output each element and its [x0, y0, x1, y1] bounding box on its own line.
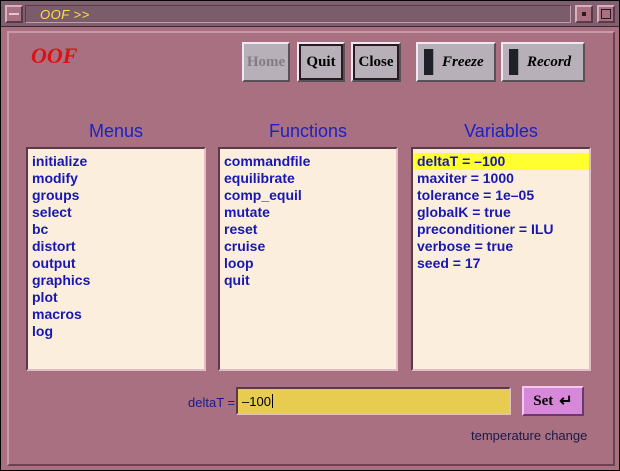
menu-item-bc[interactable]: bc [28, 221, 204, 238]
menu-item-plot[interactable]: plot [28, 289, 204, 306]
variable-item-tolerance[interactable]: tolerance = 1e–05 [413, 187, 589, 204]
variable-value-input[interactable]: –100 [236, 387, 511, 415]
maximize-icon[interactable] [597, 5, 615, 23]
variable-item-preconditioner[interactable]: preconditioner = ILU [413, 221, 589, 238]
set-button[interactable]: Set ↵ [522, 386, 584, 416]
function-item-comp-equil[interactable]: comp_equil [220, 187, 396, 204]
set-label: Set [533, 392, 554, 409]
title-bar[interactable]: OOF >> [1, 1, 619, 27]
functions-list[interactable]: commandfile equilibrate comp_equil mutat… [218, 147, 398, 371]
variable-description: temperature change [471, 428, 588, 443]
home-button[interactable]: Home [242, 42, 290, 82]
variable-item-deltat[interactable]: deltaT = –100 [413, 153, 589, 170]
variable-field-label: deltaT = [188, 395, 236, 410]
freeze-indicator [424, 49, 434, 75]
menus-list[interactable]: initialize modify groups select bc disto… [26, 147, 206, 371]
menu-item-log[interactable]: log [28, 323, 204, 340]
function-item-commandfile[interactable]: commandfile [220, 153, 396, 170]
variable-item-seed[interactable]: seed = 17 [413, 255, 589, 272]
text-caret [271, 394, 273, 408]
variables-heading: Variables [464, 121, 538, 141]
function-item-cruise[interactable]: cruise [220, 238, 396, 255]
menu-item-distort[interactable]: distort [28, 238, 204, 255]
function-item-loop[interactable]: loop [220, 255, 396, 272]
record-toggle[interactable]: Record [501, 42, 585, 82]
functions-heading: Functions [268, 121, 348, 141]
variable-item-globalk[interactable]: globalK = true [413, 204, 589, 221]
menu-item-groups[interactable]: groups [28, 187, 204, 204]
oof-window: OOF >> OOF Home Quit Close Freeze Record… [0, 0, 620, 471]
record-indicator [509, 49, 519, 75]
function-item-mutate[interactable]: mutate [220, 204, 396, 221]
title-area[interactable]: OOF >> [25, 5, 571, 23]
variables-list[interactable]: deltaT = –100 maxiter = 1000 tolerance =… [411, 147, 591, 371]
variable-item-verbose[interactable]: verbose = true [413, 238, 589, 255]
window-menu-icon[interactable] [5, 5, 23, 23]
menus-heading: Menus [88, 121, 144, 141]
menu-item-select[interactable]: select [28, 204, 204, 221]
function-item-reset[interactable]: reset [220, 221, 396, 238]
function-item-equilibrate[interactable]: equilibrate [220, 170, 396, 187]
menu-item-output[interactable]: output [28, 255, 204, 272]
function-item-quit[interactable]: quit [220, 272, 396, 289]
menu-item-initialize[interactable]: initialize [28, 153, 204, 170]
window-title: OOF >> [40, 7, 90, 22]
minimize-icon[interactable] [575, 5, 593, 23]
variable-item-maxiter[interactable]: maxiter = 1000 [413, 170, 589, 187]
enter-return-icon: ↵ [559, 393, 573, 410]
menu-item-macros[interactable]: macros [28, 306, 204, 323]
freeze-toggle[interactable]: Freeze [416, 42, 496, 82]
close-button[interactable]: Close [351, 42, 401, 82]
menu-item-modify[interactable]: modify [28, 170, 204, 187]
record-label: Record [527, 53, 572, 70]
menu-item-graphics[interactable]: graphics [28, 272, 204, 289]
variable-value-text: –100 [242, 394, 271, 409]
freeze-label: Freeze [442, 53, 484, 70]
quit-button[interactable]: Quit [297, 42, 345, 82]
app-logo: OOF [31, 43, 78, 68]
